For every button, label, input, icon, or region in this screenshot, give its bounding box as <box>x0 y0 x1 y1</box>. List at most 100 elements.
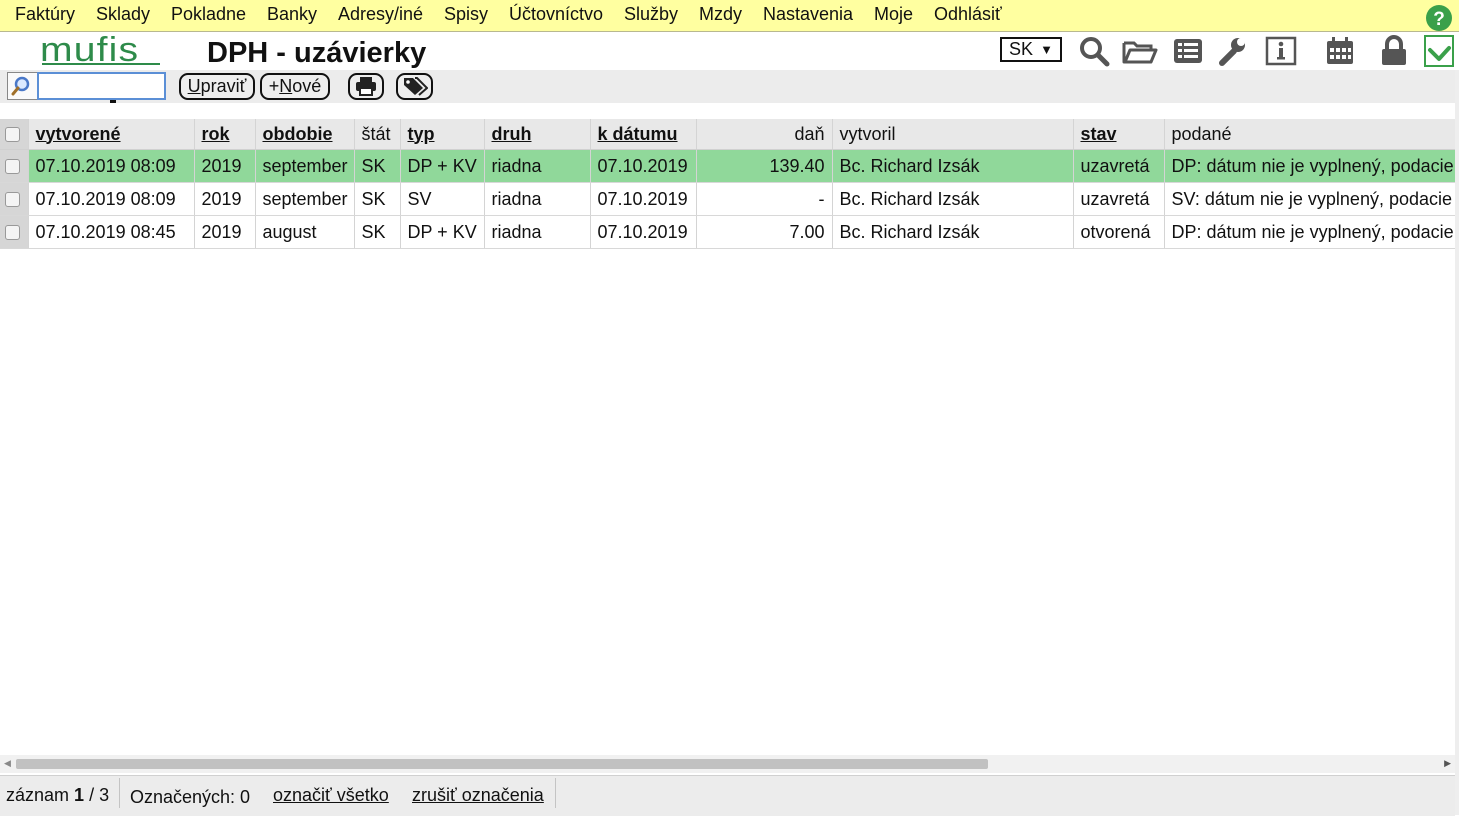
cell-typ: DP + KV <box>400 149 485 183</box>
column-header-vytvorene[interactable]: vytvorené <box>28 119 195 150</box>
status-footer: záznam 1 / 3 Označených: 0 označiť všetk… <box>0 775 1455 816</box>
column-header-typ[interactable]: typ <box>400 119 485 150</box>
select-all-checkbox[interactable] <box>5 127 20 143</box>
record-current: 1 <box>74 785 85 805</box>
print-button[interactable] <box>348 73 384 100</box>
new-button[interactable]: +Nové <box>260 73 330 100</box>
language-value: SK <box>1009 39 1034 59</box>
cell-rok: 2019 <box>194 182 256 216</box>
print-icon <box>356 77 376 96</box>
chevron-down-icon: ▼ <box>1040 42 1053 57</box>
check-icon <box>1428 46 1451 61</box>
menu-odhlasit[interactable]: Odhlásiť <box>934 4 1002 25</box>
cell-druh: riadna <box>484 182 591 216</box>
edit-button[interactable]: Upraviť <box>179 73 255 100</box>
menu-sklady[interactable]: Sklady <box>96 4 150 25</box>
row-checkbox-cell[interactable] <box>0 182 29 216</box>
cell-obdobie: september <box>255 182 355 216</box>
cell-k-datumu: 07.10.2019 <box>590 149 697 183</box>
horizontal-scrollbar[interactable]: ◀ ▶ <box>0 755 1455 773</box>
row-checkbox[interactable] <box>5 159 20 175</box>
cell-podane: SV: dátum nie je vyplnený, podacie <box>1164 182 1455 216</box>
check-button[interactable] <box>1424 35 1454 67</box>
wrench-icon[interactable] <box>1216 35 1248 67</box>
record-total: / 3 <box>89 785 110 805</box>
select-all-cell[interactable] <box>0 119 29 150</box>
row-checkbox-cell[interactable] <box>0 149 29 183</box>
table-header-row: vytvorené rok obdobie štát typ druh k dá… <box>0 119 1455 150</box>
cell-stav: otvorená <box>1073 215 1165 249</box>
calendar-icon[interactable] <box>1324 35 1356 67</box>
cell-rok: 2019 <box>194 215 256 249</box>
column-header-druh[interactable]: druh <box>484 119 591 150</box>
cell-k-datumu: 07.10.2019 <box>590 215 697 249</box>
footer-divider <box>119 778 120 808</box>
new-label: ové <box>292 76 322 96</box>
menu-uctovnictvo[interactable]: Účtovníctvo <box>509 4 603 25</box>
cell-stat: SK <box>354 149 401 183</box>
page-title: DPH - uzávierky <box>207 37 427 69</box>
cell-stat: SK <box>354 182 401 216</box>
vertical-scrollbar[interactable] <box>1455 70 1459 815</box>
cell-vytvoril: Bc. Richard Izsák <box>832 149 1074 183</box>
column-header-stat: štát <box>354 119 401 150</box>
record-counter: záznam 1 / 3 <box>6 785 109 806</box>
menu-banky[interactable]: Banky <box>267 4 317 25</box>
list-icon[interactable] <box>1172 35 1204 67</box>
search-icon[interactable] <box>1078 35 1110 67</box>
column-header-vytvoril: vytvoril <box>832 119 1074 150</box>
help-icon[interactable]: ? <box>1424 2 1454 32</box>
column-header-k-datumu[interactable]: k dátumu <box>590 119 697 150</box>
lock-icon[interactable] <box>1378 35 1410 67</box>
magnifier-icon <box>11 76 30 96</box>
cell-druh: riadna <box>484 149 591 183</box>
mufis-logo: mufis <box>40 35 160 67</box>
scroll-left-icon[interactable]: ◀ <box>4 758 11 769</box>
cell-typ: SV <box>400 182 485 216</box>
column-header-podane: podané <box>1164 119 1455 150</box>
svg-text:?: ? <box>1433 9 1445 30</box>
menu-pokladne[interactable]: Pokladne <box>171 4 246 25</box>
info-icon[interactable] <box>1265 35 1297 67</box>
marked-count: Označených: 0 <box>130 787 251 807</box>
folder-open-icon[interactable] <box>1122 35 1158 67</box>
cell-vytvorene: 07.10.2019 08:09 <box>28 149 195 183</box>
cell-typ: DP + KV <box>400 215 485 249</box>
cell-vytvoril: Bc. Richard Izsák <box>832 182 1074 216</box>
menu-moje[interactable]: Moje <box>874 4 913 25</box>
menu-mzdy[interactable]: Mzdy <box>699 4 742 25</box>
scroll-right-icon[interactable]: ▶ <box>1444 758 1451 769</box>
menu-adresy[interactable]: Adresy/iné <box>338 4 423 25</box>
new-prefix: + <box>268 76 280 96</box>
column-header-obdobie[interactable]: obdobie <box>255 119 355 150</box>
column-header-rok[interactable]: rok <box>194 119 256 150</box>
language-select[interactable]: SK ▼ <box>1000 37 1062 62</box>
tags-icon <box>403 77 428 96</box>
scrollbar-thumb[interactable] <box>16 759 988 769</box>
search-input[interactable] <box>37 72 166 100</box>
table-row[interactable]: 07.10.2019 08:09 2019 september SK SV ri… <box>0 182 1455 216</box>
cell-rok: 2019 <box>194 149 256 183</box>
table-area: vytvorené rok obdobie štát typ druh k dá… <box>0 103 1455 755</box>
cell-podane: DP: dátum nie je vyplnený, podacie <box>1164 215 1455 249</box>
menu-bar: Faktúry Sklady Pokladne Banky Adresy/iné… <box>0 0 1459 32</box>
row-checkbox[interactable] <box>5 192 20 208</box>
unmark-all-link[interactable]: zrušiť označenia <box>412 785 544 806</box>
table-row[interactable]: 07.10.2019 08:09 2019 september SK DP + … <box>0 149 1455 183</box>
mark-all-link[interactable]: označiť všetko <box>273 785 389 806</box>
table-row[interactable]: 07.10.2019 08:45 2019 august SK DP + KV … <box>0 215 1455 249</box>
tags-button[interactable] <box>396 73 433 100</box>
menu-faktury[interactable]: Faktúry <box>15 4 75 25</box>
menu-nastavenia[interactable]: Nastavenia <box>763 4 853 25</box>
cell-stat: SK <box>354 215 401 249</box>
column-header-stav[interactable]: stav <box>1073 119 1165 150</box>
record-label: záznam <box>6 785 70 805</box>
row-checkbox-cell[interactable] <box>0 215 29 249</box>
edit-accesskey: U <box>187 76 201 96</box>
row-checkbox[interactable] <box>5 225 20 241</box>
cell-stav: uzavretá <box>1073 182 1165 216</box>
edit-label: praviť <box>200 76 247 96</box>
menu-spisy[interactable]: Spisy <box>444 4 488 25</box>
menu-sluzby[interactable]: Služby <box>624 4 678 25</box>
cell-dan: - <box>696 182 833 216</box>
